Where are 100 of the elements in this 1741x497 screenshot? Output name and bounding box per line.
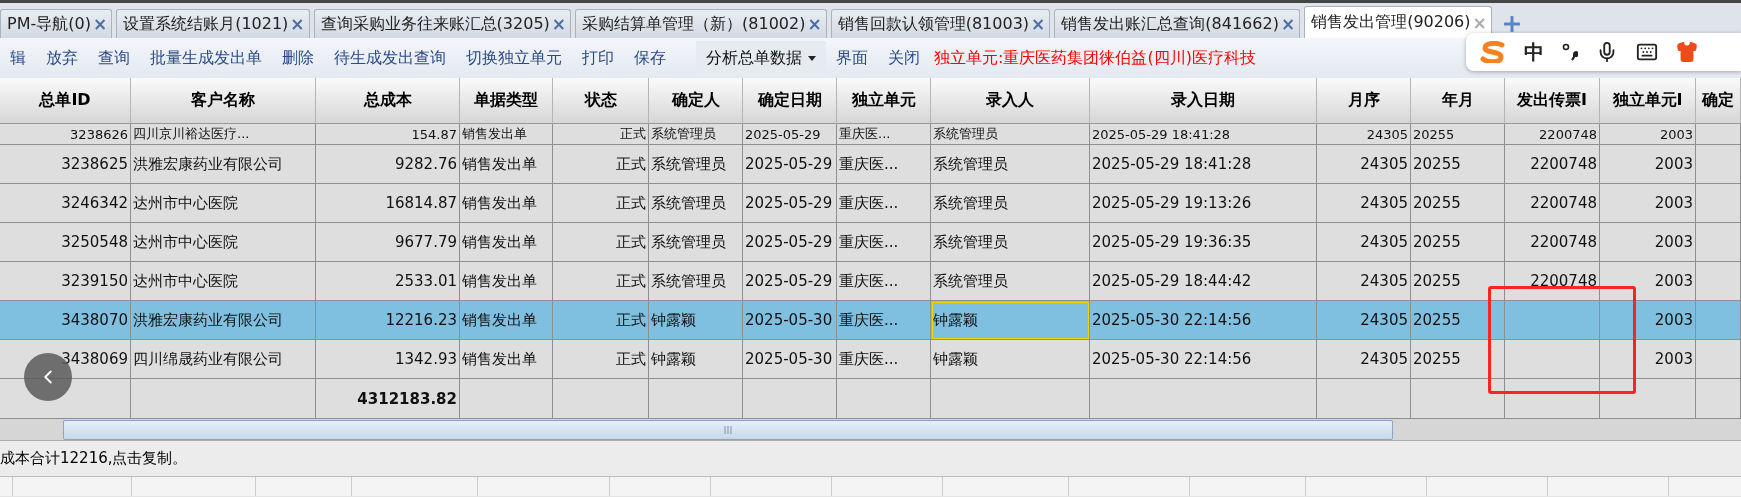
table-cell: 20255 (1411, 262, 1505, 301)
table-cell: 2200748 (1505, 124, 1600, 145)
column-header[interactable]: 确定人 (649, 78, 743, 124)
toolbar-button[interactable]: 关闭 (878, 41, 930, 75)
toolbar-button[interactable]: 查询 (88, 41, 140, 75)
ime-mode[interactable]: 中 (1524, 38, 1544, 66)
tab-close[interactable]: × (551, 14, 567, 34)
toolbar-button[interactable]: 待生成发出查询 (324, 41, 456, 75)
table-cell: 20255 (1411, 145, 1505, 184)
toolbar-button[interactable]: 保存 (624, 41, 676, 75)
table-cell: 154.87 (316, 124, 460, 145)
table-cell: 四川京川裕达医疗... (131, 124, 316, 145)
table-cell: 2003 (1600, 340, 1696, 379)
column-header[interactable]: 录入日期 (1090, 78, 1317, 124)
column-header[interactable]: 单据类型 (460, 78, 553, 124)
tab[interactable]: 设置系统结账月(1021)× (116, 9, 310, 38)
tab[interactable]: 销售回款认领管理(81003)× (830, 9, 1051, 38)
toolbar-button[interactable]: 界面 (826, 41, 878, 75)
column-header[interactable]: 录入人 (931, 78, 1090, 124)
table-cell: 24305 (1317, 184, 1411, 223)
table-cell: 洪雅宏康药业有限公司 (131, 301, 316, 340)
tab[interactable]: 销售发出账汇总查询(841662)× (1054, 9, 1301, 38)
table-cell: 24305 (1317, 301, 1411, 340)
tab-label[interactable]: 销售发出账汇总查询(841662) (1061, 13, 1279, 35)
tab-label[interactable]: 查询采购业务往来账汇总(3205) (320, 13, 550, 35)
table-cell: 24305 (1317, 340, 1411, 379)
tab[interactable]: 销售发出管理(90206)× (1304, 6, 1492, 38)
table-cell: 2025-05-29 18:41:28 (1090, 124, 1317, 145)
caret-icon (808, 55, 816, 61)
table-cell: 销售发出单 (460, 262, 553, 301)
tab-close[interactable]: × (1031, 14, 1046, 34)
toolbar-button[interactable]: 辑 (0, 41, 36, 75)
toolbar-button[interactable]: 打印 (572, 41, 624, 75)
add-tab-icon[interactable] (1503, 16, 1520, 32)
column-header[interactable]: 确定 (1696, 78, 1741, 124)
keyboard-icon[interactable] (1636, 41, 1658, 63)
table-cell: 2025-05-30 22:14:56 (1090, 301, 1317, 340)
table-cell: 系统管理员 (931, 124, 1090, 145)
table-cell: 20255 (1411, 184, 1505, 223)
table-cell: 钟露颖 (649, 301, 743, 340)
column-header[interactable]: 总单ID (0, 78, 131, 124)
table-cell: 正式 (553, 184, 649, 223)
table-cell: 2025-05-29 (743, 145, 837, 184)
column-header[interactable]: 月序 (1317, 78, 1411, 124)
table-cell: 2200748 (1505, 145, 1600, 184)
table-cell (1696, 340, 1741, 379)
tab-label[interactable]: PM-导航(0) (7, 13, 91, 35)
tab-label[interactable]: 采购结算单管理（新）(81002) (582, 13, 806, 35)
table-cell: 2025-05-29 (743, 184, 837, 223)
tab[interactable]: 采购结算单管理（新）(81002)× (575, 9, 827, 38)
column-header[interactable]: 独立单元 (837, 78, 931, 124)
shirt-icon[interactable] (1676, 41, 1698, 63)
table-cell: 24305 (1317, 223, 1411, 262)
table-cell: 2200748 (1505, 262, 1600, 301)
table-cell: 9282.76 (316, 145, 460, 184)
column-header[interactable]: 年月 (1411, 78, 1505, 124)
toolbar-button[interactable]: 切换独立单元 (456, 41, 572, 75)
table-cell: 钟露颖 (931, 340, 1090, 379)
table-cell (1696, 262, 1741, 301)
toolbar-button[interactable]: 删除 (272, 41, 324, 75)
table-cell: 达州市中心医院 (131, 223, 316, 262)
table-cell: 正式 (553, 262, 649, 301)
table-cell: 2003 (1600, 145, 1696, 184)
tab-close[interactable]: × (1280, 14, 1296, 34)
table-cell: 2025-05-29 (743, 124, 837, 145)
column-header[interactable]: 总成本 (316, 78, 460, 124)
scrollbar-thumb[interactable] (63, 419, 1393, 440)
column-header[interactable]: 确定日期 (743, 78, 837, 124)
tab-close[interactable]: × (92, 14, 108, 34)
column-header[interactable]: 客户名称 (131, 78, 316, 124)
column-header[interactable]: 状态 (553, 78, 649, 124)
total-cell: 4312183.82 (316, 379, 460, 419)
table-cell: 系统管理员 (649, 262, 743, 301)
status-text[interactable]: 成本合计12216,点击复制。 (0, 449, 188, 468)
table-cell: 24305 (1317, 262, 1411, 301)
table-cell: 2200748 (1505, 223, 1600, 262)
table-cell: 2003 (1600, 301, 1696, 340)
table-cell: 3238625 (0, 145, 131, 184)
column-header[interactable]: 发出传票I (1505, 78, 1600, 124)
column-header[interactable]: 独立单元I (1600, 78, 1696, 124)
punctuation-icon[interactable] (1562, 42, 1578, 62)
tab-label[interactable]: 销售发出管理(90206) (1311, 12, 1471, 33)
tab-close[interactable]: × (290, 14, 305, 34)
toolbar-button[interactable]: 批量生成发出单 (140, 41, 272, 75)
table-cell: 2025-05-29 (743, 223, 837, 262)
table-cell: 正式 (553, 145, 649, 184)
tab[interactable]: PM-导航(0)× (0, 9, 113, 38)
tab-close[interactable]: × (807, 14, 822, 34)
table-cell: 达州市中心医院 (131, 184, 316, 223)
tab-label[interactable]: 设置系统结账月(1021) (123, 13, 289, 35)
table-cell: 销售发出单 (460, 124, 553, 145)
tab-label[interactable]: 销售回款认领管理(81003) (837, 13, 1030, 35)
table-cell: 系统管理员 (931, 145, 1090, 184)
table-cell: 系统管理员 (931, 262, 1090, 301)
table-cell: 3238626 (0, 124, 131, 145)
table-cell: 2200748 (1505, 184, 1600, 223)
table-cell: 20255 (1411, 223, 1505, 262)
tab[interactable]: 查询采购业务往来账汇总(3205)× (313, 9, 572, 38)
table-cell: 重庆医... (837, 223, 931, 262)
toolbar-button[interactable]: 放弃 (36, 41, 88, 75)
